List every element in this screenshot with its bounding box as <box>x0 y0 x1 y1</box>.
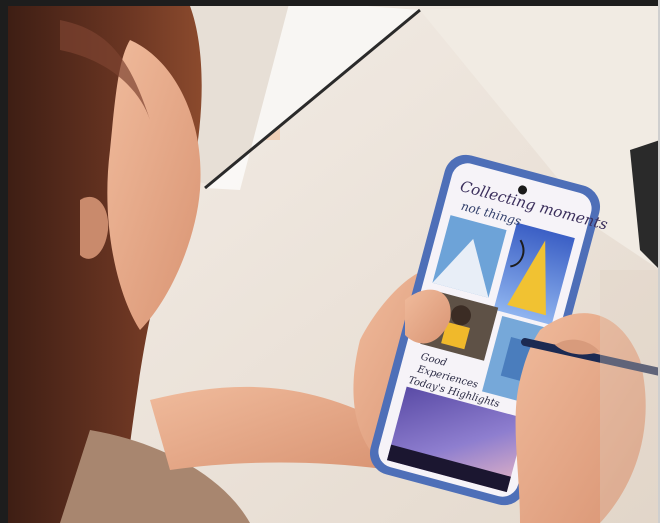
photo-illustration: Collecting moments not things Good Exper… <box>0 0 660 523</box>
photo-scene: Collecting moments not things Good Exper… <box>0 0 660 523</box>
image-border-left <box>0 0 8 523</box>
edge-shadow <box>600 270 660 523</box>
image-border-top <box>0 0 660 6</box>
